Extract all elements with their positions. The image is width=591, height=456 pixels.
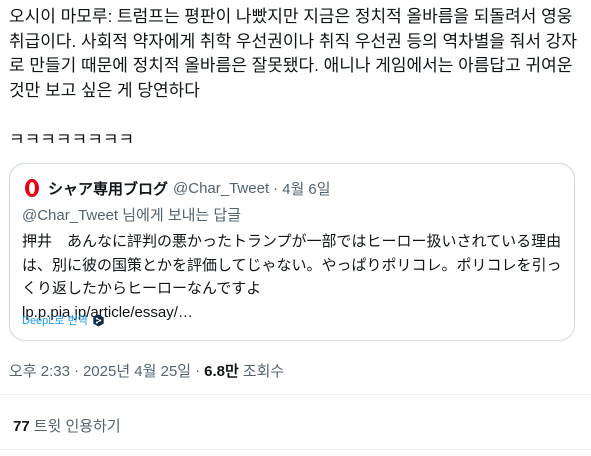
quote-label: 트윗 인용하기 xyxy=(33,418,121,435)
divider xyxy=(0,449,591,450)
tweet-meta: 오후 2:33 · 2025년 4월 25일 · 6.8만 조회수 xyxy=(9,360,284,381)
quote-tweets-link[interactable]: 77 트윗 인용하기 xyxy=(13,415,121,436)
reply-to-label: @Char_Tweet 님에게 보내는 답글 xyxy=(22,207,242,224)
tweet-text: 오시이 마모루: 트럼프는 평판이 나빴지만 지금은 정치적 올바름을 되돌려서… xyxy=(9,7,578,149)
quoted-date[interactable]: 4월 6일 xyxy=(282,178,330,199)
avatar[interactable] xyxy=(22,178,42,198)
divider xyxy=(0,394,591,395)
meta-separator: · xyxy=(195,362,201,379)
tweet-date[interactable]: 2025년 4월 25일 xyxy=(83,360,191,381)
quoted-tweet-card[interactable]: シャア専用ブログ @Char_Tweet · 4월 6일 @Char_Tweet… xyxy=(9,163,575,341)
quoted-tweet-header: シャア専用ブログ @Char_Tweet · 4월 6일 xyxy=(22,178,331,198)
header-separator: · xyxy=(273,179,279,197)
views-label: 조회수 xyxy=(242,363,285,380)
meta-separator: · xyxy=(73,362,79,379)
quoted-display-name[interactable]: シャア専用ブログ xyxy=(48,178,168,199)
views-count: 6.8만 xyxy=(204,363,239,380)
quoted-handle[interactable]: @Char_Tweet xyxy=(173,180,269,197)
tweet-time[interactable]: 오후 2:33 xyxy=(9,360,70,381)
translate-button[interactable]: DeepL로 번역 xyxy=(22,312,105,328)
deepl-icon xyxy=(93,313,104,327)
quoted-tweet-text: 押井 あんなに評判の悪かったトランプが一部ではヒーロー扱いされている理由は、別に… xyxy=(22,233,562,321)
quote-count: 77 xyxy=(13,418,30,435)
translate-label: DeepL로 번역 xyxy=(22,315,88,327)
